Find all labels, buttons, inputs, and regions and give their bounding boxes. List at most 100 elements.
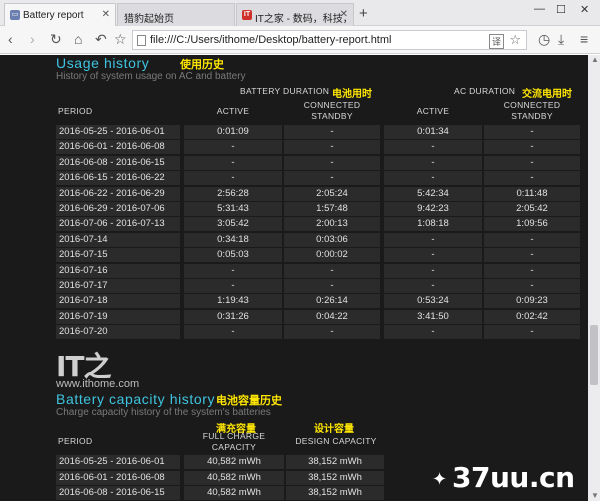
site-logo: ✦ 37uu.cn	[430, 459, 588, 501]
ac-active-cell: 9:42:23	[384, 202, 482, 216]
period-cell: 2016-05-25 - 2016-06-01	[56, 455, 180, 469]
ac-active-cell: -	[384, 325, 482, 340]
period-cell: 2016-07-17	[56, 279, 180, 293]
usage-history-cn-label: 使用历史	[180, 58, 224, 71]
tab-battery-report[interactable]: ▭ Battery report ✕	[4, 3, 116, 26]
ac-standby-cell: 0:11:48	[484, 186, 580, 201]
navigation-bar: ‹ › ↻ ⌂ ↶ ☆ file:///C:/Users/ithome/Desk…	[0, 26, 600, 54]
ac-active-cell: 0:01:34	[384, 125, 482, 139]
battery-active-cell: -	[184, 155, 282, 170]
tab-start-page[interactable]: 猎豹起始页	[117, 3, 235, 26]
full-charge-cell: 40,582 mWh	[184, 470, 284, 485]
ac-active-cell: 0:53:24	[384, 294, 482, 309]
period-cell: 2016-06-08 - 2016-06-15	[56, 155, 180, 170]
battery-standby-cell: 0:00:02	[284, 248, 380, 263]
ac-active-cell: 5:42:34	[384, 186, 482, 201]
ac-standby-cell: 2:05:42	[484, 202, 580, 216]
battery-standby-cell: -	[284, 279, 380, 293]
battery-active-cell: -	[184, 279, 282, 293]
battery-active-cell: 5:31:43	[184, 202, 282, 216]
ithome-url: www.ithome.com	[56, 378, 140, 390]
close-tab-icon[interactable]: ✕	[340, 9, 348, 20]
ac-standby-cell: 0:09:23	[484, 294, 580, 309]
close-window-button[interactable]: ✕	[580, 3, 589, 16]
ac-active-cell: -	[384, 140, 482, 155]
scroll-thumb[interactable]	[590, 325, 598, 385]
period-cell: 2016-06-15 - 2016-06-22	[56, 171, 180, 186]
capacity-history-title: Battery capacity history	[56, 391, 216, 407]
bookmark-star-icon[interactable]: ☆	[114, 32, 127, 46]
design-capacity-cell: 38,152 mWh	[286, 470, 384, 485]
full-charge-cell: 40,582 mWh	[184, 486, 284, 500]
address-bar[interactable]: file:///C:/Users/ithome/Desktop/battery-…	[132, 30, 527, 50]
design-capacity-header: DESIGN CAPACITY	[295, 436, 377, 446]
ac-active-cell: -	[384, 248, 482, 263]
capacity-period-header: PERIOD	[58, 436, 93, 446]
battery-standby-cell: 2:00:13	[284, 217, 380, 232]
design-capacity-cell: 38,152 mWh	[286, 455, 384, 469]
ac-standby-cell: -	[484, 155, 580, 170]
menu-icon[interactable]: ≡	[580, 32, 588, 46]
vertical-scrollbar[interactable]: ▲ ▼	[588, 55, 600, 501]
full-charge-header: FULL CHARGE CAPACITY	[202, 431, 266, 452]
translate-icon[interactable]: 译	[488, 34, 504, 49]
battery-standby-cell: -	[284, 125, 380, 139]
capacity-history-cn-label: 电池容量历史	[216, 394, 282, 407]
ac-standby-cell: 1:09:56	[484, 217, 580, 232]
battery-standby-cell: -	[284, 140, 380, 155]
minimize-button[interactable]: —	[534, 3, 545, 15]
battery-active-cell: 2:56:28	[184, 186, 282, 201]
back-icon[interactable]: ‹	[8, 32, 13, 46]
battery-active-cell: 0:05:03	[184, 248, 282, 263]
ac-active-cell: -	[384, 155, 482, 170]
refresh-icon[interactable]: ↻	[50, 32, 62, 46]
battery-duration-header: BATTERY DURATION	[240, 86, 330, 96]
ac-active-header: ACTIVE	[416, 106, 450, 116]
close-tab-icon[interactable]: ✕	[102, 9, 110, 20]
scroll-up-icon[interactable]: ▲	[591, 55, 599, 64]
ac-active-cell: -	[384, 171, 482, 186]
period-cell: 2016-06-01 - 2016-06-08	[56, 140, 180, 155]
period-header: PERIOD	[58, 106, 93, 116]
home-icon[interactable]: ⌂	[74, 32, 82, 46]
battery-standby-cell: -	[284, 171, 380, 186]
ac-standby-header: CONNECTED STANDBY	[503, 100, 561, 121]
period-cell: 2016-06-29 - 2016-07-06	[56, 202, 180, 216]
ac-standby-cell: -	[484, 263, 580, 278]
download-icon[interactable]: ⤓	[558, 32, 564, 46]
ac-duration-cn-label: 交流电用时	[522, 89, 572, 100]
full-charge-cell: 40,582 mWh	[184, 455, 284, 469]
capacity-history-subtitle: Charge capacity history of the system's …	[56, 407, 271, 418]
battery-standby-cell: 0:26:14	[284, 294, 380, 309]
ac-standby-cell: -	[484, 140, 580, 155]
maximize-button[interactable]: ☐	[556, 3, 566, 16]
battery-active-cell: 1:19:43	[184, 294, 282, 309]
ac-standby-cell: -	[484, 171, 580, 186]
period-cell: 2016-06-22 - 2016-06-29	[56, 186, 180, 201]
page-icon: ▭	[10, 10, 20, 20]
battery-active-cell: 0:01:09	[184, 125, 282, 139]
usage-history-title: Usage history	[56, 55, 150, 71]
favorite-star-icon[interactable]: ☆	[509, 32, 521, 48]
battery-active-header: ACTIVE	[216, 106, 250, 116]
scroll-down-icon[interactable]: ▼	[591, 491, 599, 500]
file-icon	[137, 35, 146, 46]
usage-history-subtitle: History of system usage on AC and batter…	[56, 71, 246, 82]
ac-active-cell: 1:08:18	[384, 217, 482, 232]
period-cell: 2016-07-19	[56, 309, 180, 324]
tab-label: 猎豹起始页	[124, 14, 174, 25]
battery-standby-cell: -	[284, 263, 380, 278]
undo-close-icon[interactable]: ↶	[95, 32, 107, 46]
url-text[interactable]: file:///C:/Users/ithome/Desktop/battery-…	[150, 34, 391, 46]
forward-icon[interactable]: ›	[30, 32, 35, 46]
history-icon[interactable]: ◷	[538, 32, 550, 46]
battery-standby-cell: 2:05:24	[284, 186, 380, 201]
tab-ithome[interactable]: IT IT之家 - 数码，科技，生 ✕	[236, 3, 354, 26]
ac-active-cell: -	[384, 263, 482, 278]
sparkle-icon: ✦	[432, 469, 448, 489]
battery-standby-cell: 1:57:48	[284, 202, 380, 216]
tab-bar: ▭ Battery report ✕ 猎豹起始页 IT IT之家 - 数码，科技…	[0, 0, 600, 26]
period-cell: 2016-06-08 - 2016-06-15	[56, 486, 180, 500]
new-tab-button[interactable]: +	[359, 5, 368, 22]
period-cell: 2016-07-20	[56, 325, 180, 340]
